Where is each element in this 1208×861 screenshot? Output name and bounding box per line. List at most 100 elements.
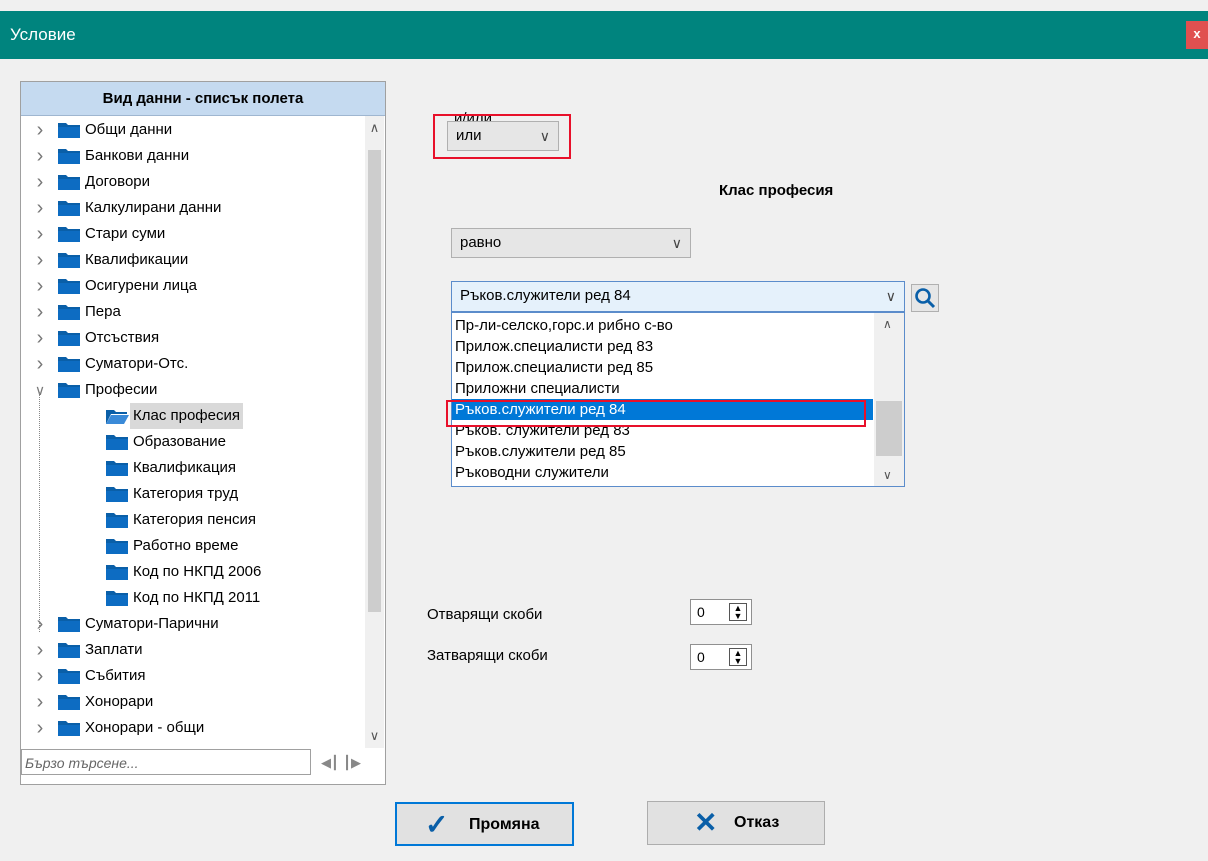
tree-header: Вид данни - списък полета — [21, 82, 385, 116]
tree-item-label: Хонорари - общи — [85, 719, 205, 736]
tree-item-label: Код по НКПД 2006 — [133, 563, 262, 580]
tree-item-label: Стари суми — [85, 225, 166, 242]
tree-item-label: Договори — [85, 173, 151, 190]
spin-arrows-icon[interactable]: ▲ ▼ — [729, 648, 747, 666]
folder-icon — [58, 643, 80, 658]
folder-icon — [58, 721, 80, 736]
close-button[interactable]: x — [1186, 21, 1208, 49]
open-brackets-value: 0 — [697, 604, 705, 620]
tree-item[interactable]: › Събития — [21, 663, 364, 689]
list-scrollbar[interactable]: ∧ ∨ — [874, 313, 904, 486]
scroll-up-icon[interactable]: ∧ — [365, 120, 384, 140]
tree-item-label: Категория труд — [133, 485, 239, 502]
apply-button[interactable]: ✓ Промяна — [395, 802, 574, 846]
chevron-right-icon[interactable]: › — [33, 221, 47, 247]
chevron-right-icon[interactable]: › — [33, 299, 47, 325]
tree-item[interactable]: ∨ Професии — [21, 377, 364, 403]
chevron-right-icon[interactable]: › — [33, 117, 47, 143]
quick-search-input[interactable]: Бързо търсене... — [21, 749, 311, 775]
operator-select[interactable]: равно ∨ — [451, 228, 691, 258]
open-brackets-label: Отварящи скоби — [427, 606, 543, 623]
search-icon[interactable] — [911, 284, 939, 312]
value-select[interactable]: Ръков.служители ред 84 ∨ — [451, 281, 905, 312]
folder-icon — [58, 253, 80, 268]
tree-item[interactable]: › Квалификации — [21, 247, 364, 273]
dropdown-option[interactable]: Прилож.специалисти ред 85 — [455, 357, 653, 378]
search-next-icon[interactable]: ┃▶ — [343, 755, 361, 771]
tree-item[interactable]: › Осигурени лица — [21, 273, 364, 299]
tree-item[interactable]: › Хонорари - общи — [21, 715, 364, 741]
folder-icon — [58, 123, 80, 138]
field-tree-panel: Вид данни - списък полета › Общи данни › Ба… — [20, 81, 386, 785]
dropdown-option[interactable]: Приложни специалисти — [455, 378, 620, 399]
folder-icon — [58, 201, 80, 216]
tree-item-label: Събития — [85, 667, 146, 684]
chevron-right-icon[interactable]: › — [33, 689, 47, 715]
scroll-down-icon[interactable]: ∨ — [365, 728, 384, 748]
folder-icon — [106, 513, 128, 528]
dropdown-option[interactable]: Ръков.служители ред 85 — [455, 441, 626, 462]
cancel-button-label: Отказ — [734, 814, 780, 831]
tree-item-label: Осигурени лица — [85, 277, 197, 294]
tree-item[interactable]: Категория пенсия — [21, 507, 364, 533]
chevron-right-icon[interactable]: › — [33, 715, 47, 741]
open-brackets-spinner[interactable]: 0 ▲ ▼ — [690, 599, 752, 625]
tree-item[interactable]: › Суматори-Отс. — [21, 351, 364, 377]
tree-item[interactable]: › Хонорари — [21, 689, 364, 715]
tree-item[interactable]: › Стари суми — [21, 221, 364, 247]
close-brackets-spinner[interactable]: 0 ▲ ▼ — [690, 644, 752, 670]
tree-item[interactable]: Клас професия — [21, 403, 364, 429]
tree-item[interactable]: Работно време — [21, 533, 364, 559]
tree-item[interactable]: Квалификация — [21, 455, 364, 481]
chevron-right-icon[interactable]: › — [33, 351, 47, 377]
scroll-up-icon[interactable]: ∧ — [883, 317, 892, 331]
dropdown-option[interactable]: Пр-ли-селско,горс.и рибно с-во — [455, 315, 673, 336]
spin-arrows-icon[interactable]: ▲ ▼ — [729, 603, 747, 621]
folder-icon — [106, 565, 128, 580]
chevron-right-icon[interactable]: › — [33, 637, 47, 663]
window-title: Условие — [10, 25, 76, 44]
list-scroll-thumb[interactable] — [876, 401, 902, 456]
tree-item-label: Образование — [133, 433, 226, 450]
chevron-right-icon[interactable]: › — [33, 663, 47, 689]
folder-icon — [106, 487, 128, 502]
tree-item[interactable]: › Пера — [21, 299, 364, 325]
chevron-down-icon[interactable]: ∨ — [33, 377, 47, 403]
chevron-right-icon[interactable]: › — [33, 143, 47, 169]
tree-connector — [39, 392, 40, 632]
search-nav: ◀┃ ┃▶ — [321, 754, 381, 772]
tree-scrollbar[interactable]: ∧ ∨ — [365, 116, 384, 748]
tree-item[interactable]: Код по НКПД 2011 — [21, 585, 364, 611]
search-prev-icon[interactable]: ◀┃ — [321, 755, 339, 771]
tree-item[interactable]: Образование — [21, 429, 364, 455]
scroll-down-icon[interactable]: ∨ — [883, 468, 892, 482]
tree-item[interactable]: › Договори — [21, 169, 364, 195]
chevron-right-icon[interactable]: › — [33, 325, 47, 351]
tree-item[interactable]: Категория труд — [21, 481, 364, 507]
tree-item[interactable]: Код по НКПД 2006 — [21, 559, 364, 585]
field-title: Клас професия — [719, 182, 834, 199]
chevron-right-icon[interactable]: › — [33, 273, 47, 299]
dropdown-option[interactable]: Ръководни служители — [455, 462, 609, 483]
tree-item-label: Квалификация — [133, 459, 237, 476]
tree-item-label: Професии — [85, 381, 158, 398]
tree-item[interactable]: › Отсъствия — [21, 325, 364, 351]
chevron-right-icon[interactable]: › — [33, 611, 47, 637]
title-bar: Условие x — [0, 11, 1208, 59]
tree-item-label: Код по НКПД 2011 — [133, 589, 261, 606]
chevron-right-icon[interactable]: › — [33, 195, 47, 221]
dropdown-option[interactable]: Прилож.специалисти ред 83 — [455, 336, 653, 357]
tree-item[interactable]: › Общи данни — [21, 117, 364, 143]
tree-item-label: Квалификации — [85, 251, 189, 268]
tree-item[interactable]: › Банкови данни — [21, 143, 364, 169]
folder-icon — [58, 383, 80, 398]
tree-item[interactable]: › Калкулирани данни — [21, 195, 364, 221]
tree-item[interactable]: › Суматори-Парични — [21, 611, 364, 637]
value-selected: Ръков.служители ред 84 — [460, 287, 631, 304]
cancel-button[interactable]: ✕ Отказ — [647, 801, 825, 845]
chevron-right-icon[interactable]: › — [33, 247, 47, 273]
chevron-right-icon[interactable]: › — [33, 169, 47, 195]
tree-item[interactable]: › Заплати — [21, 637, 364, 663]
folder-icon — [58, 279, 80, 294]
scroll-thumb[interactable] — [368, 150, 381, 612]
